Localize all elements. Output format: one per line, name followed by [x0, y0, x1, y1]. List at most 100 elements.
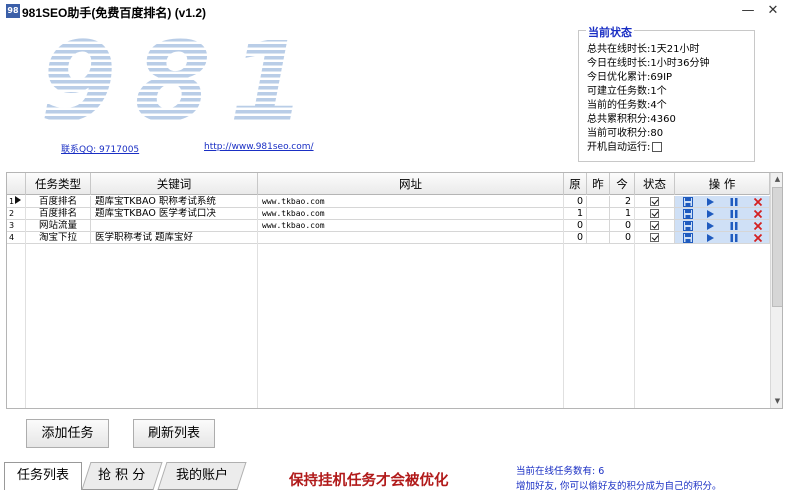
column-divider: [257, 195, 258, 408]
status-checkbox[interactable]: [650, 197, 659, 206]
status-value: 80: [650, 128, 664, 139]
close-button[interactable]: ✕: [762, 2, 784, 20]
pause-icon[interactable]: [729, 221, 739, 231]
table-scrollbar[interactable]: ▲ ▼: [770, 173, 782, 408]
cell-url: www.tkbao.com: [258, 196, 564, 208]
save-icon[interactable]: [683, 197, 693, 207]
tab-my-account-label: 我的账户: [175, 468, 228, 483]
status-row: 当前的任务数:4个: [587, 99, 667, 113]
status-checkbox[interactable]: [650, 221, 659, 230]
logo-981: 981: [40, 32, 306, 132]
cell-operations: [675, 220, 770, 232]
play-icon[interactable]: [705, 221, 715, 231]
delete-icon[interactable]: [753, 197, 763, 207]
pause-icon[interactable]: [729, 197, 739, 207]
status-panel: 总共在线时长:1天21小时 今日在线时长:1小时36分钟 今日优化累计:69IP 可建…: [578, 30, 755, 162]
window-title: 981SEO助手(免费百度排名) (v1.2): [22, 6, 207, 20]
cell-today: 2: [610, 196, 635, 208]
scroll-up-icon[interactable]: ▲: [771, 173, 782, 186]
table-row[interactable]: 1 百度排名 题库宝TKBAO 职称考试系统 www.tkbao.com 0 2: [7, 196, 770, 208]
cell-yesterday: [587, 232, 610, 244]
delete-icon[interactable]: [753, 233, 763, 243]
slogan-text: 保持挂机任务才会被优化: [289, 473, 449, 489]
cell-task-type: 百度排名: [26, 196, 91, 208]
header-url[interactable]: 网址: [258, 173, 564, 195]
cell-operations: [675, 208, 770, 220]
cell-task-type: 百度排名: [26, 208, 91, 220]
status-value: 4360: [650, 114, 676, 125]
column-divider: [25, 195, 26, 408]
status-label: 总共在线时长:: [587, 44, 651, 55]
save-icon[interactable]: [683, 233, 693, 243]
status-row: 今日优化累计:69IP: [587, 71, 672, 85]
header-today[interactable]: 今: [610, 173, 635, 195]
status-checkbox[interactable]: [650, 233, 659, 242]
status-value: 1天21小时: [650, 44, 700, 55]
delete-icon[interactable]: [753, 209, 763, 219]
title-bar: 98 981SEO助手(免费百度排名) (v1.2) — ✕: [0, 0, 787, 24]
website-link[interactable]: http://www.981seo.com/: [204, 142, 314, 152]
cell-yesterday: [587, 220, 610, 232]
cell-status: [635, 220, 675, 232]
online-task-count: 当前在线任务数有: 6: [516, 466, 605, 477]
row-pointer-icon: [15, 196, 25, 208]
table-row[interactable]: 4 淘宝下拉 医学职称考试 题库宝好 0 0: [7, 232, 770, 244]
header-status[interactable]: 状态: [635, 173, 675, 195]
cell-keyword: 题库宝TKBAO 医学考试口决: [91, 208, 258, 220]
cell-original: 0: [564, 232, 587, 244]
status-value: 1小时36分钟: [650, 58, 710, 69]
status-label: 总共累积积分:: [587, 114, 651, 125]
cell-original: 1: [564, 208, 587, 220]
autorun-label: 开机自动运行:: [587, 142, 651, 153]
autorun-row: 开机自动运行:: [587, 141, 663, 155]
header-original[interactable]: 原: [564, 173, 587, 195]
tab-my-account[interactable]: 我的账户: [157, 462, 247, 490]
table-row[interactable]: 2 百度排名 题库宝TKBAO 医学考试口决 www.tkbao.com 1 1: [7, 208, 770, 220]
cell-operations: [675, 196, 770, 208]
status-value: 69IP: [650, 72, 673, 83]
cell-status: [635, 196, 675, 208]
qq-link[interactable]: 联系QQ: 9717005: [61, 142, 139, 155]
row-number[interactable]: 4: [7, 232, 26, 244]
minimize-button[interactable]: —: [737, 2, 759, 20]
play-icon[interactable]: [705, 197, 715, 207]
header-keyword[interactable]: 关键词: [91, 173, 258, 195]
autorun-checkbox[interactable]: [652, 142, 663, 152]
cell-status: [635, 232, 675, 244]
cell-today: 0: [610, 232, 635, 244]
row-number[interactable]: 2: [7, 208, 26, 220]
play-icon[interactable]: [705, 209, 715, 219]
status-row: 总共累积积分:4360: [587, 113, 676, 127]
tab-grab-points[interactable]: 抢 积 分: [81, 462, 163, 490]
tab-task-list[interactable]: 任务列表: [4, 462, 82, 490]
pause-icon[interactable]: [729, 233, 739, 243]
add-task-button[interactable]: 添加任务: [26, 419, 109, 448]
cell-today: 0: [610, 220, 635, 232]
status-row: 今日在线时长:1小时36分钟: [587, 57, 709, 71]
scroll-thumb[interactable]: [772, 187, 782, 307]
refresh-list-button[interactable]: 刷新列表: [133, 419, 215, 448]
status-title: 当前状态: [586, 24, 634, 40]
status-value: 4个: [650, 100, 667, 111]
cell-original: 0: [564, 196, 587, 208]
row-number[interactable]: 3: [7, 220, 26, 232]
cell-url: www.tkbao.com: [258, 220, 564, 232]
table-row[interactable]: 3 网站流量 www.tkbao.com 0 0: [7, 220, 770, 232]
delete-icon[interactable]: [753, 221, 763, 231]
header-yesterday[interactable]: 昨: [587, 173, 610, 195]
save-icon[interactable]: [683, 221, 693, 231]
header-operations: 操 作: [675, 173, 770, 195]
status-row: 当前可收积分:80: [587, 127, 663, 141]
play-icon[interactable]: [705, 233, 715, 243]
cell-task-type: 网站流量: [26, 220, 91, 232]
save-icon[interactable]: [683, 209, 693, 219]
pause-icon[interactable]: [729, 209, 739, 219]
header-task-type[interactable]: 任务类型: [26, 173, 91, 195]
status-label: 今日在线时长:: [587, 58, 651, 69]
status-checkbox[interactable]: [650, 209, 659, 218]
invite-tip: 增加好友, 你可以偷好友的积分成为自己的积分。: [516, 481, 722, 492]
table-header: 任务类型 关键词 网址 原 昨 今 状态 操 作: [7, 173, 782, 195]
status-label: 可建立任务数:: [587, 86, 651, 97]
tab-bar: 任务列表 抢 积 分 我的账户 保持挂机任务才会被优化 当前在线任务数有: 6 …: [0, 458, 787, 497]
scroll-down-icon[interactable]: ▼: [771, 395, 782, 408]
